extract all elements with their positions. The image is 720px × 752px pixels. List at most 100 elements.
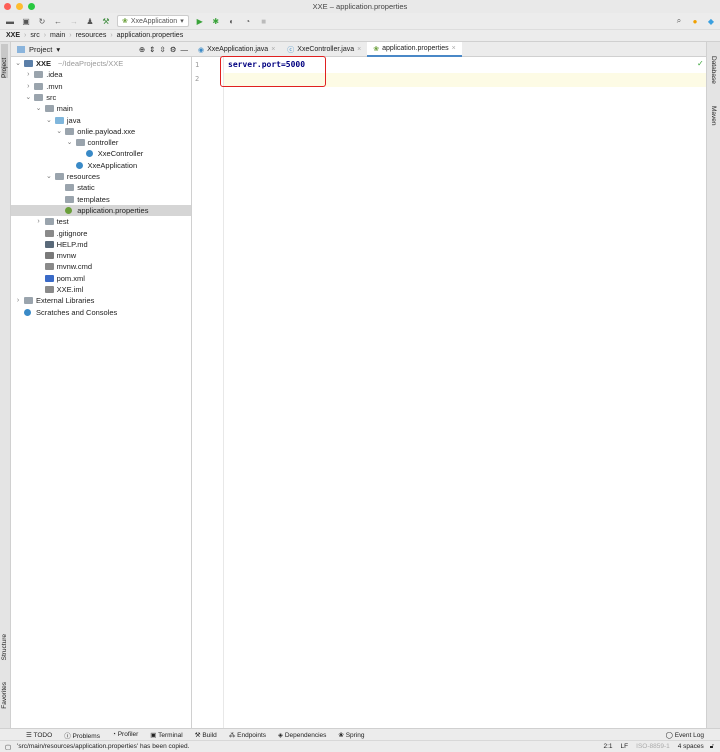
vcs-user-icon[interactable]: ♟ [85,17,95,26]
debug-icon[interactable]: ✱ [211,17,221,26]
tree-item[interactable]: mvnw.cmd [11,261,191,272]
tree-item[interactable]: HELP.md [11,239,191,250]
close-window-button[interactable] [4,3,11,10]
properties-icon: ❀ [373,45,380,53]
line-gutter: 1 2 [192,57,224,728]
profiler-tool-button[interactable]: ◔ Profiler [112,731,138,738]
stop-icon[interactable]: ■ [259,17,269,26]
breadcrumb-item[interactable]: main [50,32,65,39]
tree-item[interactable]: pom.xml [11,273,191,284]
caret-position[interactable]: 2:1 [604,743,613,750]
status-toggle-icon[interactable]: ▢ [5,743,11,751]
tree-item[interactable]: XxeApplication [11,160,191,171]
tab-xxeapplication[interactable]: ◉ XxeApplication.java × [192,42,281,57]
breadcrumb-item[interactable]: XXE [6,32,20,39]
file-encoding[interactable]: ISO-8859-1 [636,743,670,750]
chevron-down-icon[interactable]: ▾ [56,45,60,54]
terminal-tool-button[interactable]: ▣ Terminal [150,731,182,739]
build-tool-button[interactable]: ⚒ Build [195,731,217,739]
sync-icon[interactable]: ↻ [37,17,47,26]
chevron-down-icon[interactable]: ⌄ [45,171,53,182]
line-separator[interactable]: LF [621,743,629,750]
breadcrumb-item[interactable]: application.properties [117,32,184,39]
jetbrains-icon[interactable]: ◆ [706,17,716,26]
favorites-tool-button[interactable]: Favorites [1,682,8,709]
problems-tool-button[interactable]: ⓘ Problems [64,730,100,740]
tree-item[interactable]: mvnw [11,250,191,261]
chevron-down-icon[interactable]: ⌄ [45,115,53,126]
coverage-icon[interactable]: ◐ [227,17,237,26]
lock-icon[interactable]: 🔓︎ [710,743,714,751]
chevron-right-icon[interactable]: › [35,216,43,227]
tab-application-properties[interactable]: ❀ application.properties × [367,42,462,57]
tree-item-label: .idea [46,70,63,80]
project-view-select[interactable]: Project [29,45,52,54]
open-folder-icon[interactable]: ▬ [5,17,15,26]
close-icon[interactable]: × [271,46,275,53]
chevron-right-icon[interactable]: › [24,81,32,92]
locate-icon[interactable]: ⊕ [139,45,145,54]
chevron-down-icon[interactable]: ⌄ [14,58,22,69]
tree-item[interactable]: ⌄ java [11,115,191,126]
maven-icon [44,274,54,282]
build-hammer-icon[interactable]: ⚒ [101,17,111,26]
tree-item[interactable]: › .idea [11,69,191,80]
chevron-down-icon[interactable]: ⌄ [24,92,32,103]
structure-tool-button[interactable]: Structure [1,634,8,660]
maximize-window-button[interactable] [28,3,35,10]
inspection-ok-icon[interactable]: ✓ [697,59,704,68]
tree-item[interactable]: .gitignore [11,228,191,239]
endpoints-tool-button[interactable]: ⁂ Endpoints [229,731,266,739]
hide-icon[interactable]: — [181,45,189,54]
tree-item[interactable]: static [11,182,191,193]
tree-item[interactable]: XxeController [11,148,191,159]
dependencies-tool-button[interactable]: ◈ Dependencies [278,731,326,739]
chevron-down-icon[interactable]: ⌄ [55,126,63,137]
breadcrumb-item[interactable]: src [30,32,39,39]
tree-item[interactable]: ⌄ resources [11,171,191,182]
database-tool-button[interactable]: Database [710,56,717,84]
tree-item[interactable]: ⌄ src [11,92,191,103]
tree-item[interactable]: ⌄ controller [11,137,191,148]
chevron-right-icon[interactable]: › [14,295,22,306]
tree-item[interactable]: XXE.iml [11,284,191,295]
maven-tool-button[interactable]: Maven [710,106,717,126]
tree-item[interactable]: application.properties [11,204,191,217]
tree-item-label: resources [66,172,100,181]
tree-item[interactable]: › External Libraries [11,295,191,306]
update-icon[interactable]: ● [690,17,700,26]
indent-setting[interactable]: 4 spaces [678,743,704,750]
tab-xxecontroller[interactable]: ⓒ XxeController.java × [281,42,367,57]
save-icon[interactable]: ▣ [21,17,31,26]
tree-item[interactable]: Scratches and Consoles [11,307,191,318]
back-icon[interactable]: ← [53,17,63,26]
todo-tool-button[interactable]: ☰ TODO [26,731,52,739]
chevron-right-icon[interactable]: › [24,69,32,80]
tree-item[interactable]: ⌄ XXE ~/IdeaProjects/XXE [11,58,191,69]
tree-item[interactable]: ⌄ onlie.payload.xxe [11,126,191,137]
collapse-all-icon[interactable]: ⇳ [159,45,165,54]
minimize-window-button[interactable] [16,3,23,10]
tree-item[interactable]: › .mvn [11,81,191,92]
package-icon [75,139,85,147]
tree-item[interactable]: ⌄ main [11,103,191,114]
close-icon[interactable]: × [452,45,456,52]
forward-icon[interactable]: → [69,17,79,26]
window-title: XXE – application.properties [312,2,408,11]
close-icon[interactable]: × [357,46,361,53]
tree-item[interactable]: templates [11,194,191,205]
chevron-down-icon[interactable]: ⌄ [66,137,74,148]
tree-item[interactable]: › test [11,216,191,227]
project-tool-button[interactable]: Project [1,44,8,78]
tree-item-label: .gitignore [56,228,88,238]
spring-tool-button[interactable]: ❀ Spring [338,731,364,739]
event-log-button[interactable]: ◯ Event Log [666,731,704,739]
breadcrumb-item[interactable]: resources [76,32,107,39]
chevron-down-icon[interactable]: ⌄ [35,103,43,114]
search-icon[interactable]: ⌕ [674,16,684,26]
gear-icon[interactable]: ⚙ [170,45,177,54]
run-configuration-select[interactable]: ❀ XxeApplication ▾ [117,15,189,27]
expand-all-icon[interactable]: ⇕ [149,45,155,54]
run-icon[interactable]: ▶ [195,17,205,26]
profile-icon[interactable]: ◔ [243,17,253,26]
